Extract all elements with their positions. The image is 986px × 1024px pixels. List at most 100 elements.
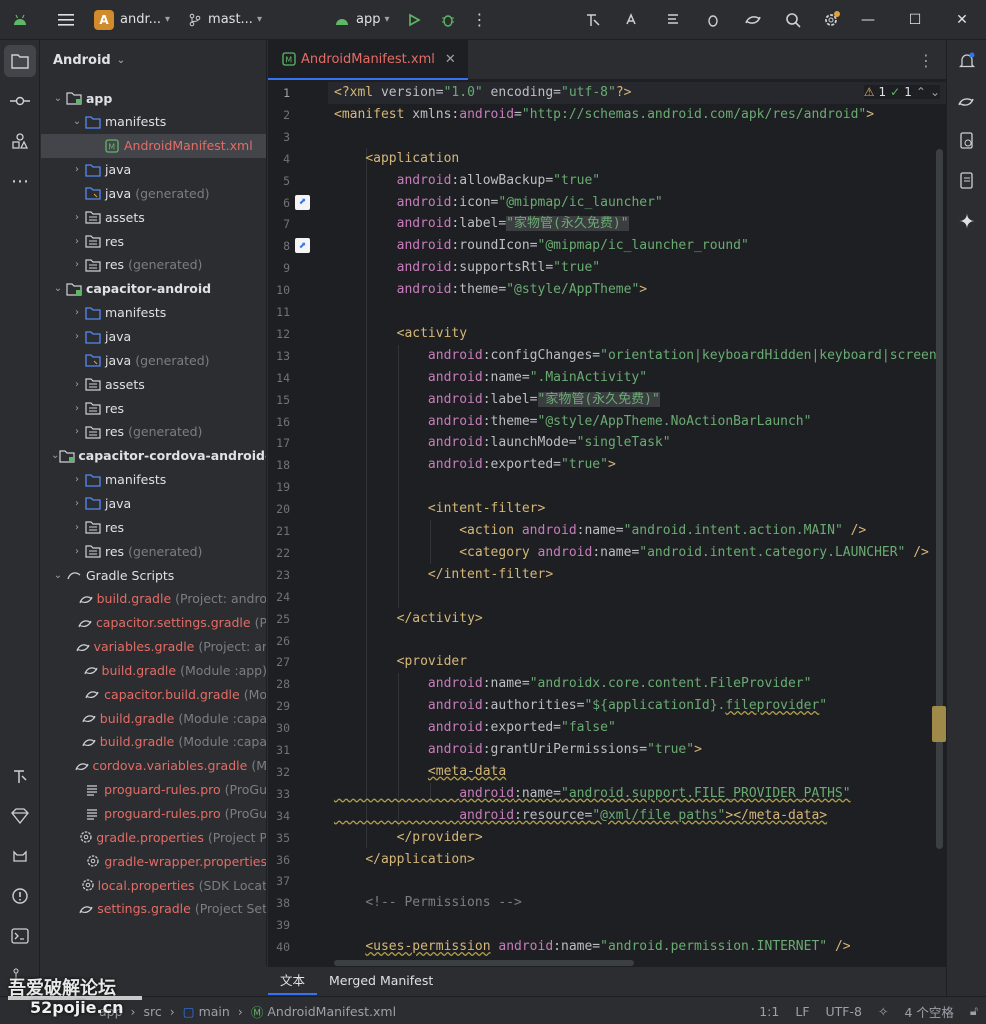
problems-icon[interactable] [4, 880, 36, 912]
chevron-down-icon[interactable]: ⌄ [70, 116, 84, 127]
lock-icon[interactable]: 🔓︎ [970, 1003, 978, 1019]
gemini-icon[interactable] [951, 205, 983, 237]
tab-androidmanifest[interactable]: M AndroidManifest.xml ✕ [268, 40, 468, 80]
tree-item[interactable]: java (generated) [41, 348, 266, 372]
branch-selector[interactable]: mast... ▾ [182, 0, 268, 40]
chevron-right-icon[interactable]: › [70, 474, 84, 485]
tree-item[interactable]: ⌄ manifests [41, 110, 266, 134]
scroll-thumb[interactable] [936, 149, 943, 849]
tree-item[interactable]: build.gradle (Module :capa [41, 706, 266, 730]
terminal-icon[interactable] [4, 920, 36, 952]
chevron-down-icon[interactable]: ⌄ [51, 283, 65, 294]
search-icon[interactable] [779, 6, 807, 34]
hamburger-menu-icon[interactable] [52, 6, 80, 34]
tab-merged-manifest[interactable]: Merged Manifest [317, 967, 445, 995]
ai-assistant-icon[interactable]: ✧ [878, 1004, 888, 1019]
tree-item[interactable]: ⌄ capacitor-android [41, 277, 266, 301]
tree-item[interactable]: ⌄ Gradle Scripts [41, 563, 266, 587]
close-icon[interactable]: ✕ [939, 0, 985, 40]
tree-item[interactable]: capacitor.build.gradle (Mo [41, 682, 266, 706]
chevron-right-icon[interactable]: › [70, 546, 84, 557]
tree-item[interactable]: › res (generated) [41, 539, 266, 563]
translate-icon[interactable] [619, 6, 647, 34]
minimize-icon[interactable]: — [845, 0, 891, 40]
chevron-right-icon[interactable]: › [70, 522, 84, 533]
tree-item[interactable]: build.gradle (Module :app) [41, 658, 266, 682]
tab-actions-more-icon[interactable]: ⋮ [918, 40, 934, 80]
tree-item[interactable]: cordova.variables.gradle (M [41, 754, 266, 778]
tree-item[interactable]: build.gradle (Project: andro [41, 587, 266, 611]
project-view-selector[interactable]: Android ⌄ [41, 40, 266, 80]
chevron-right-icon[interactable]: › [70, 259, 84, 270]
tree-item[interactable]: local.properties (SDK Locat [41, 873, 266, 897]
tree-item[interactable]: java (generated) [41, 181, 266, 205]
tree-item[interactable]: › java [41, 158, 266, 182]
breadcrumb-main[interactable]: main [199, 1004, 230, 1019]
tree-item[interactable]: › res [41, 396, 266, 420]
chevron-down-icon[interactable]: ⌄ [51, 93, 65, 104]
vertical-scrollbar[interactable] [932, 81, 946, 966]
gradle-icon[interactable] [951, 85, 983, 117]
tree-item[interactable]: ⌄ app [41, 86, 266, 110]
project-selector[interactable]: A andr... ▾ [88, 0, 176, 40]
chevron-right-icon[interactable]: › [70, 403, 84, 414]
tree-item[interactable]: capacitor.settings.gradle (P [41, 611, 266, 635]
code-area[interactable]: 1 2 3 4 5 6 ⬈ 7 8 ⬈ 9 10 11 12 13 14 15 16 17 18 19 20 21 22 23 2… [268, 81, 946, 966]
resource-manager-icon[interactable] [4, 125, 36, 157]
settings-icon[interactable] [817, 6, 845, 34]
tree-item[interactable]: › java [41, 491, 266, 515]
tree-item[interactable]: ⌄ capacitor-cordova-android-p [41, 444, 266, 468]
tree-item[interactable]: settings.gradle (Project Set [41, 897, 266, 921]
tree-item[interactable]: › assets [41, 205, 266, 229]
tree-item[interactable]: gradle-wrapper.properties [41, 849, 266, 873]
gem-icon[interactable] [4, 800, 36, 832]
chevron-right-icon[interactable]: › [70, 331, 84, 342]
file-encoding[interactable]: UTF-8 [826, 1004, 862, 1019]
run-icon[interactable] [400, 6, 428, 34]
tab-text[interactable]: 文本 [268, 967, 318, 995]
run-config-selector[interactable]: app ▾ [328, 0, 396, 40]
tree-item[interactable]: › manifests [41, 468, 266, 492]
breadcrumb-file[interactable]: AndroidManifest.xml [267, 1004, 396, 1019]
tree-item[interactable]: › manifests [41, 301, 266, 325]
chevron-right-icon[interactable]: › [70, 164, 84, 175]
tree-item[interactable]: › res [41, 229, 266, 253]
indent-setting[interactable]: 4 个空格 [904, 1002, 953, 1021]
line-separator[interactable]: LF [795, 1004, 809, 1019]
build-variants-icon[interactable] [4, 760, 36, 792]
debug-icon[interactable] [434, 6, 462, 34]
tree-item[interactable]: gradle.properties (Project P [41, 825, 266, 849]
tree-item[interactable]: › res (generated) [41, 253, 266, 277]
mipmap-preview-icon[interactable]: ⬈ [295, 194, 310, 210]
tree-item[interactable]: › res [41, 515, 266, 539]
bug-icon[interactable] [699, 6, 727, 34]
device-file-explorer-icon[interactable] [951, 125, 983, 157]
inspection-widget[interactable]: ⚠ 1 ✓ 1 ⌃ ⌄ [863, 85, 940, 99]
notifications-icon[interactable] [951, 45, 983, 77]
tree-item[interactable]: variables.gradle (Project: ar [41, 635, 266, 659]
commit-icon[interactable] [4, 85, 36, 117]
tree-item[interactable]: › res (generated) [41, 420, 266, 444]
tree-item[interactable]: proguard-rules.pro (ProGu [41, 802, 266, 826]
close-tab-icon[interactable]: ✕ [445, 52, 456, 67]
mipmap-preview-icon[interactable]: ⬈ [295, 238, 310, 254]
more-horiz-icon[interactable]: ⋯ [4, 165, 36, 197]
running-devices-icon[interactable] [951, 165, 983, 197]
tree-item[interactable]: proguard-rules.pro (ProGu [41, 778, 266, 802]
tree-item[interactable]: › assets [41, 372, 266, 396]
chevron-right-icon[interactable]: › [70, 307, 84, 318]
breadcrumb-src[interactable]: src [144, 1004, 162, 1019]
maximize-icon[interactable]: ☐ [892, 0, 938, 40]
chevron-right-icon[interactable]: › [70, 236, 84, 247]
sync-icon[interactable] [739, 6, 767, 34]
tree-item[interactable]: M AndroidManifest.xml [41, 133, 266, 158]
logcat-icon[interactable] [4, 840, 36, 872]
chevron-right-icon[interactable]: › [70, 426, 84, 437]
chevron-right-icon[interactable]: › [70, 212, 84, 223]
tree-item[interactable]: build.gradle (Module :capa [41, 730, 266, 754]
device-manager-icon[interactable] [659, 6, 687, 34]
chevron-down-icon[interactable]: ⌄ [51, 450, 59, 461]
chevron-down-icon[interactable]: ⌄ [51, 570, 65, 581]
chevron-right-icon[interactable]: › [70, 498, 84, 509]
chevron-right-icon[interactable]: › [70, 379, 84, 390]
